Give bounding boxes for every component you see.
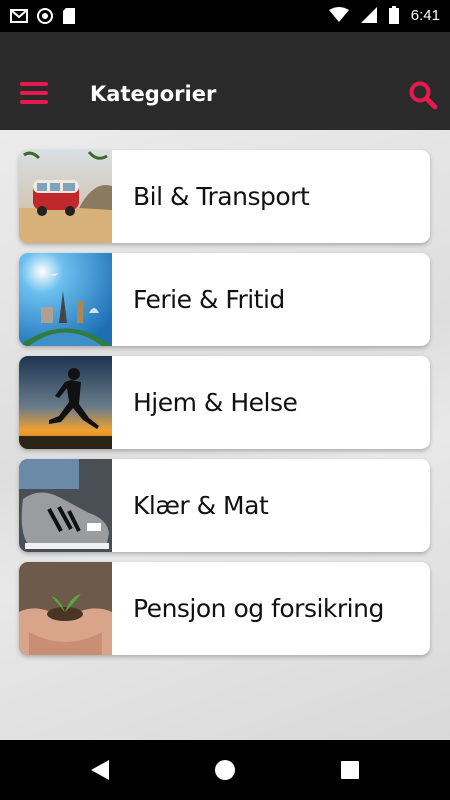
category-card-ferie-fritid[interactable]: Ferie & Fritid xyxy=(19,253,430,346)
sync-icon xyxy=(37,8,53,24)
hands-holding-plant-image xyxy=(19,562,112,655)
app-bar: Kategorier xyxy=(0,32,450,130)
recents-icon[interactable] xyxy=(340,758,360,782)
category-label: Bil & Transport xyxy=(133,182,310,211)
sneakers-image xyxy=(19,459,112,552)
category-label: Ferie & Fritid xyxy=(133,285,285,314)
search-icon[interactable] xyxy=(408,80,438,110)
status-time: 6:41 xyxy=(410,6,440,24)
navigation-bar xyxy=(0,740,450,800)
back-icon[interactable] xyxy=(89,758,111,782)
wifi-icon xyxy=(328,7,349,22)
vw-van-on-beach-image xyxy=(19,150,112,243)
category-label: Hjem & Helse xyxy=(133,388,298,417)
page-title: Kategorier xyxy=(90,82,217,106)
hamburger-menu-icon[interactable] xyxy=(20,82,48,104)
category-card-hjem-helse[interactable]: Hjem & Helse xyxy=(19,356,430,449)
category-card-bil-transport[interactable]: Bil & Transport xyxy=(19,150,430,243)
category-label: Klær & Mat xyxy=(133,491,269,520)
home-icon[interactable] xyxy=(214,758,236,782)
runner-at-sunset-image xyxy=(19,356,112,449)
status-bar: 6:41 xyxy=(0,0,450,32)
category-list: Bil & Transport Ferie & Fritid Hjem & He… xyxy=(0,130,450,740)
category-card-klaer-mat[interactable]: Klær & Mat xyxy=(19,459,430,552)
sd-card-icon xyxy=(63,8,75,24)
category-card-pensjon-forsikring[interactable]: Pensjon og forsikring xyxy=(19,562,430,655)
gmail-icon xyxy=(10,9,28,23)
signal-icon xyxy=(360,7,377,23)
battery-icon xyxy=(388,6,399,24)
category-label: Pensjon og forsikring xyxy=(133,594,384,623)
world-landmarks-globe-image xyxy=(19,253,112,346)
